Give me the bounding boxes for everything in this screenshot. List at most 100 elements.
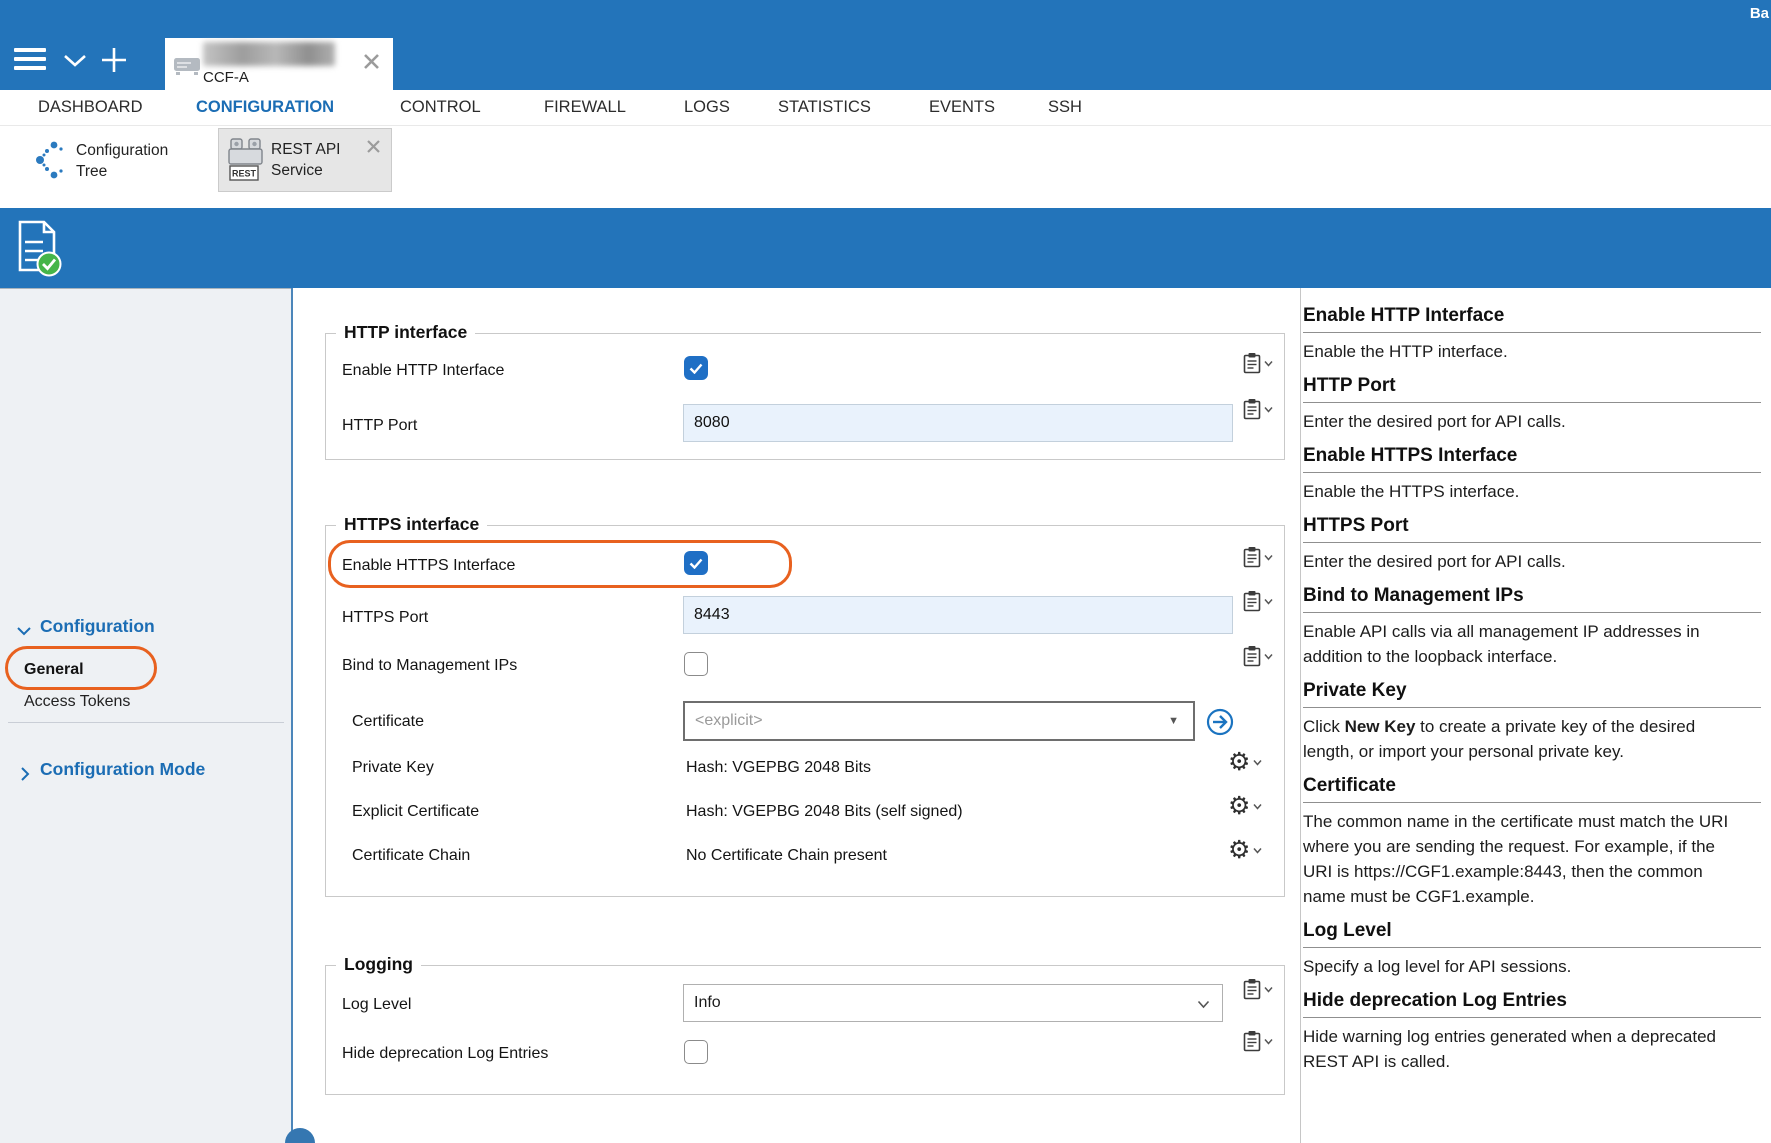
configuration-tree-label-line1: Configuration	[76, 140, 168, 161]
configuration-tree-button[interactable]: Configuration Tree	[76, 140, 168, 182]
clipboard-icon	[1243, 546, 1261, 568]
appliance-icon	[173, 55, 201, 77]
help-body: Click New Key to create a private key of…	[1303, 714, 1735, 764]
http-port-copy-menu[interactable]	[1243, 398, 1273, 420]
help-body-bold: New Key	[1345, 717, 1416, 736]
hide-deprecation-label: Hide deprecation Log Entries	[342, 1045, 548, 1063]
log-level-copy-menu[interactable]	[1243, 978, 1273, 1000]
explicit-certificate-label: Explicit Certificate	[352, 803, 479, 821]
help-title: Enable HTTPS Interface	[1303, 444, 1761, 473]
help-body: Enter the desired port for API calls.	[1303, 549, 1735, 574]
http-interface-legend: HTTP interface	[336, 322, 475, 343]
close-session-tab-icon[interactable]	[362, 52, 381, 71]
help-body: Specify a log level for API sessions.	[1303, 954, 1735, 979]
enable-http-copy-menu[interactable]	[1243, 352, 1273, 374]
chevron-down-icon	[1264, 986, 1273, 993]
tab-events[interactable]: EVENTS	[929, 98, 995, 117]
explicit-certificate-value: Hash: VGEPBG 2048 Bits (self signed)	[686, 803, 963, 821]
enable-http-interface-label: Enable HTTP Interface	[342, 362, 504, 380]
sidebar-section-configuration[interactable]: Configuration	[40, 616, 155, 637]
clipboard-icon	[1243, 645, 1261, 667]
explicit-certificate-gear-menu[interactable]: ⚙	[1228, 794, 1262, 819]
app-window: Ba CCF-A DASHBOARD CONFIGURATION CONTROL…	[0, 0, 1771, 1143]
enable-https-interface-checkbox[interactable]	[684, 551, 708, 575]
private-key-label: Private Key	[352, 759, 434, 777]
tab-logs[interactable]: LOGS	[684, 98, 730, 117]
page-titlebar: REST API Service -	[0, 208, 1771, 288]
tab-firewall[interactable]: FIREWALL	[544, 98, 626, 117]
bind-management-ips-checkbox[interactable]	[684, 652, 708, 676]
https-port-label: HTTPS Port	[342, 609, 428, 627]
help-body: Enter the desired port for API calls.	[1303, 409, 1735, 434]
enable-https-interface-label: Enable HTTPS Interface	[342, 557, 515, 575]
private-key-value: Hash: VGEPBG 2048 Bits	[686, 759, 871, 777]
tab-dashboard[interactable]: DASHBOARD	[38, 98, 143, 117]
http-port-input[interactable]: 8080	[683, 404, 1233, 442]
go-to-certificate-icon[interactable]	[1206, 708, 1234, 736]
private-key-gear-menu[interactable]: ⚙	[1228, 750, 1262, 775]
enable-http-interface-checkbox[interactable]	[684, 356, 708, 380]
help-title: Certificate	[1303, 774, 1761, 803]
svg-text:REST: REST	[232, 169, 257, 179]
redacted-hostname	[203, 42, 335, 66]
chevron-down-icon	[1197, 1000, 1210, 1009]
certificate-chain-label: Certificate Chain	[352, 847, 470, 865]
tab-configuration[interactable]: CONFIGURATION	[196, 98, 334, 117]
chevron-down-icon[interactable]	[62, 53, 88, 68]
rest-api-label-line1: REST API	[271, 139, 341, 160]
chevron-down-icon	[1264, 406, 1273, 413]
help-panel: Enable HTTP Interface Enable the HTTP in…	[1303, 304, 1761, 1084]
clipboard-icon	[1243, 590, 1261, 612]
clipboard-icon	[1243, 1030, 1261, 1052]
chevron-down-icon	[1264, 360, 1273, 367]
tab-statistics[interactable]: STATISTICS	[778, 98, 871, 117]
log-level-select[interactable]: Info	[683, 984, 1223, 1022]
toolbar: Configuration Tree REST REST API Service	[0, 127, 1771, 208]
rest-api-service-tab-label: REST API Service	[271, 139, 341, 181]
dropdown-arrow-icon: ▼	[1168, 715, 1179, 727]
rest-api-service-tab[interactable]: REST REST API Service	[218, 128, 392, 192]
configuration-tree-label-line2: Tree	[76, 161, 168, 182]
chevron-down-icon	[1253, 847, 1262, 854]
session-tab-label: CCF-A	[203, 69, 249, 86]
chevron-down-icon	[1264, 598, 1273, 605]
enable-https-copy-menu[interactable]	[1243, 546, 1273, 568]
chevron-down-icon[interactable]	[16, 626, 32, 636]
https-port-input[interactable]: 8443	[683, 596, 1233, 634]
certificate-dropdown[interactable]: <explicit> ▼	[683, 701, 1195, 741]
document-check-icon	[16, 220, 62, 278]
new-tab-plus-icon[interactable]	[100, 46, 128, 74]
hamburger-menu-icon[interactable]	[14, 48, 46, 70]
rest-api-label-line2: Service	[271, 160, 341, 181]
help-title: Bind to Management IPs	[1303, 584, 1761, 613]
sidebar-section-configuration-mode[interactable]: Configuration Mode	[40, 759, 205, 780]
help-title: Log Level	[1303, 919, 1761, 948]
log-level-label: Log Level	[342, 996, 411, 1014]
help-title: HTTPS Port	[1303, 514, 1761, 543]
menubar: DASHBOARD CONFIGURATION CONTROL FIREWALL…	[0, 90, 1771, 126]
sidebar-item-general[interactable]: General	[24, 661, 84, 679]
chevron-right-icon[interactable]	[20, 766, 30, 782]
session-tab[interactable]: CCF-A	[165, 38, 393, 90]
hide-deprecation-checkbox[interactable]	[684, 1040, 708, 1064]
rest-api-icon: REST	[227, 138, 265, 184]
topbar: Ba CCF-A	[0, 0, 1771, 90]
help-body: Enable the HTTPS interface.	[1303, 479, 1735, 504]
chevron-down-icon	[1253, 759, 1262, 766]
configuration-tree-icon[interactable]	[34, 139, 68, 181]
close-rest-tab-icon[interactable]	[365, 138, 382, 155]
http-port-label: HTTP Port	[342, 417, 417, 435]
certificate-chain-gear-menu[interactable]: ⚙	[1228, 838, 1262, 863]
tab-control[interactable]: CONTROL	[400, 98, 481, 117]
help-body: Enable the HTTP interface.	[1303, 339, 1735, 364]
https-port-value: 8443	[694, 606, 730, 624]
gear-icon: ⚙	[1228, 838, 1250, 863]
tab-ssh[interactable]: SSH	[1048, 98, 1082, 117]
clipboard-icon	[1243, 978, 1261, 1000]
splitter[interactable]	[291, 288, 293, 1143]
bind-management-copy-menu[interactable]	[1243, 645, 1273, 667]
hide-deprecation-copy-menu[interactable]	[1243, 1030, 1273, 1052]
sidebar-item-access-tokens[interactable]: Access Tokens	[24, 693, 130, 711]
https-port-copy-menu[interactable]	[1243, 590, 1273, 612]
http-port-value: 8080	[694, 414, 730, 432]
